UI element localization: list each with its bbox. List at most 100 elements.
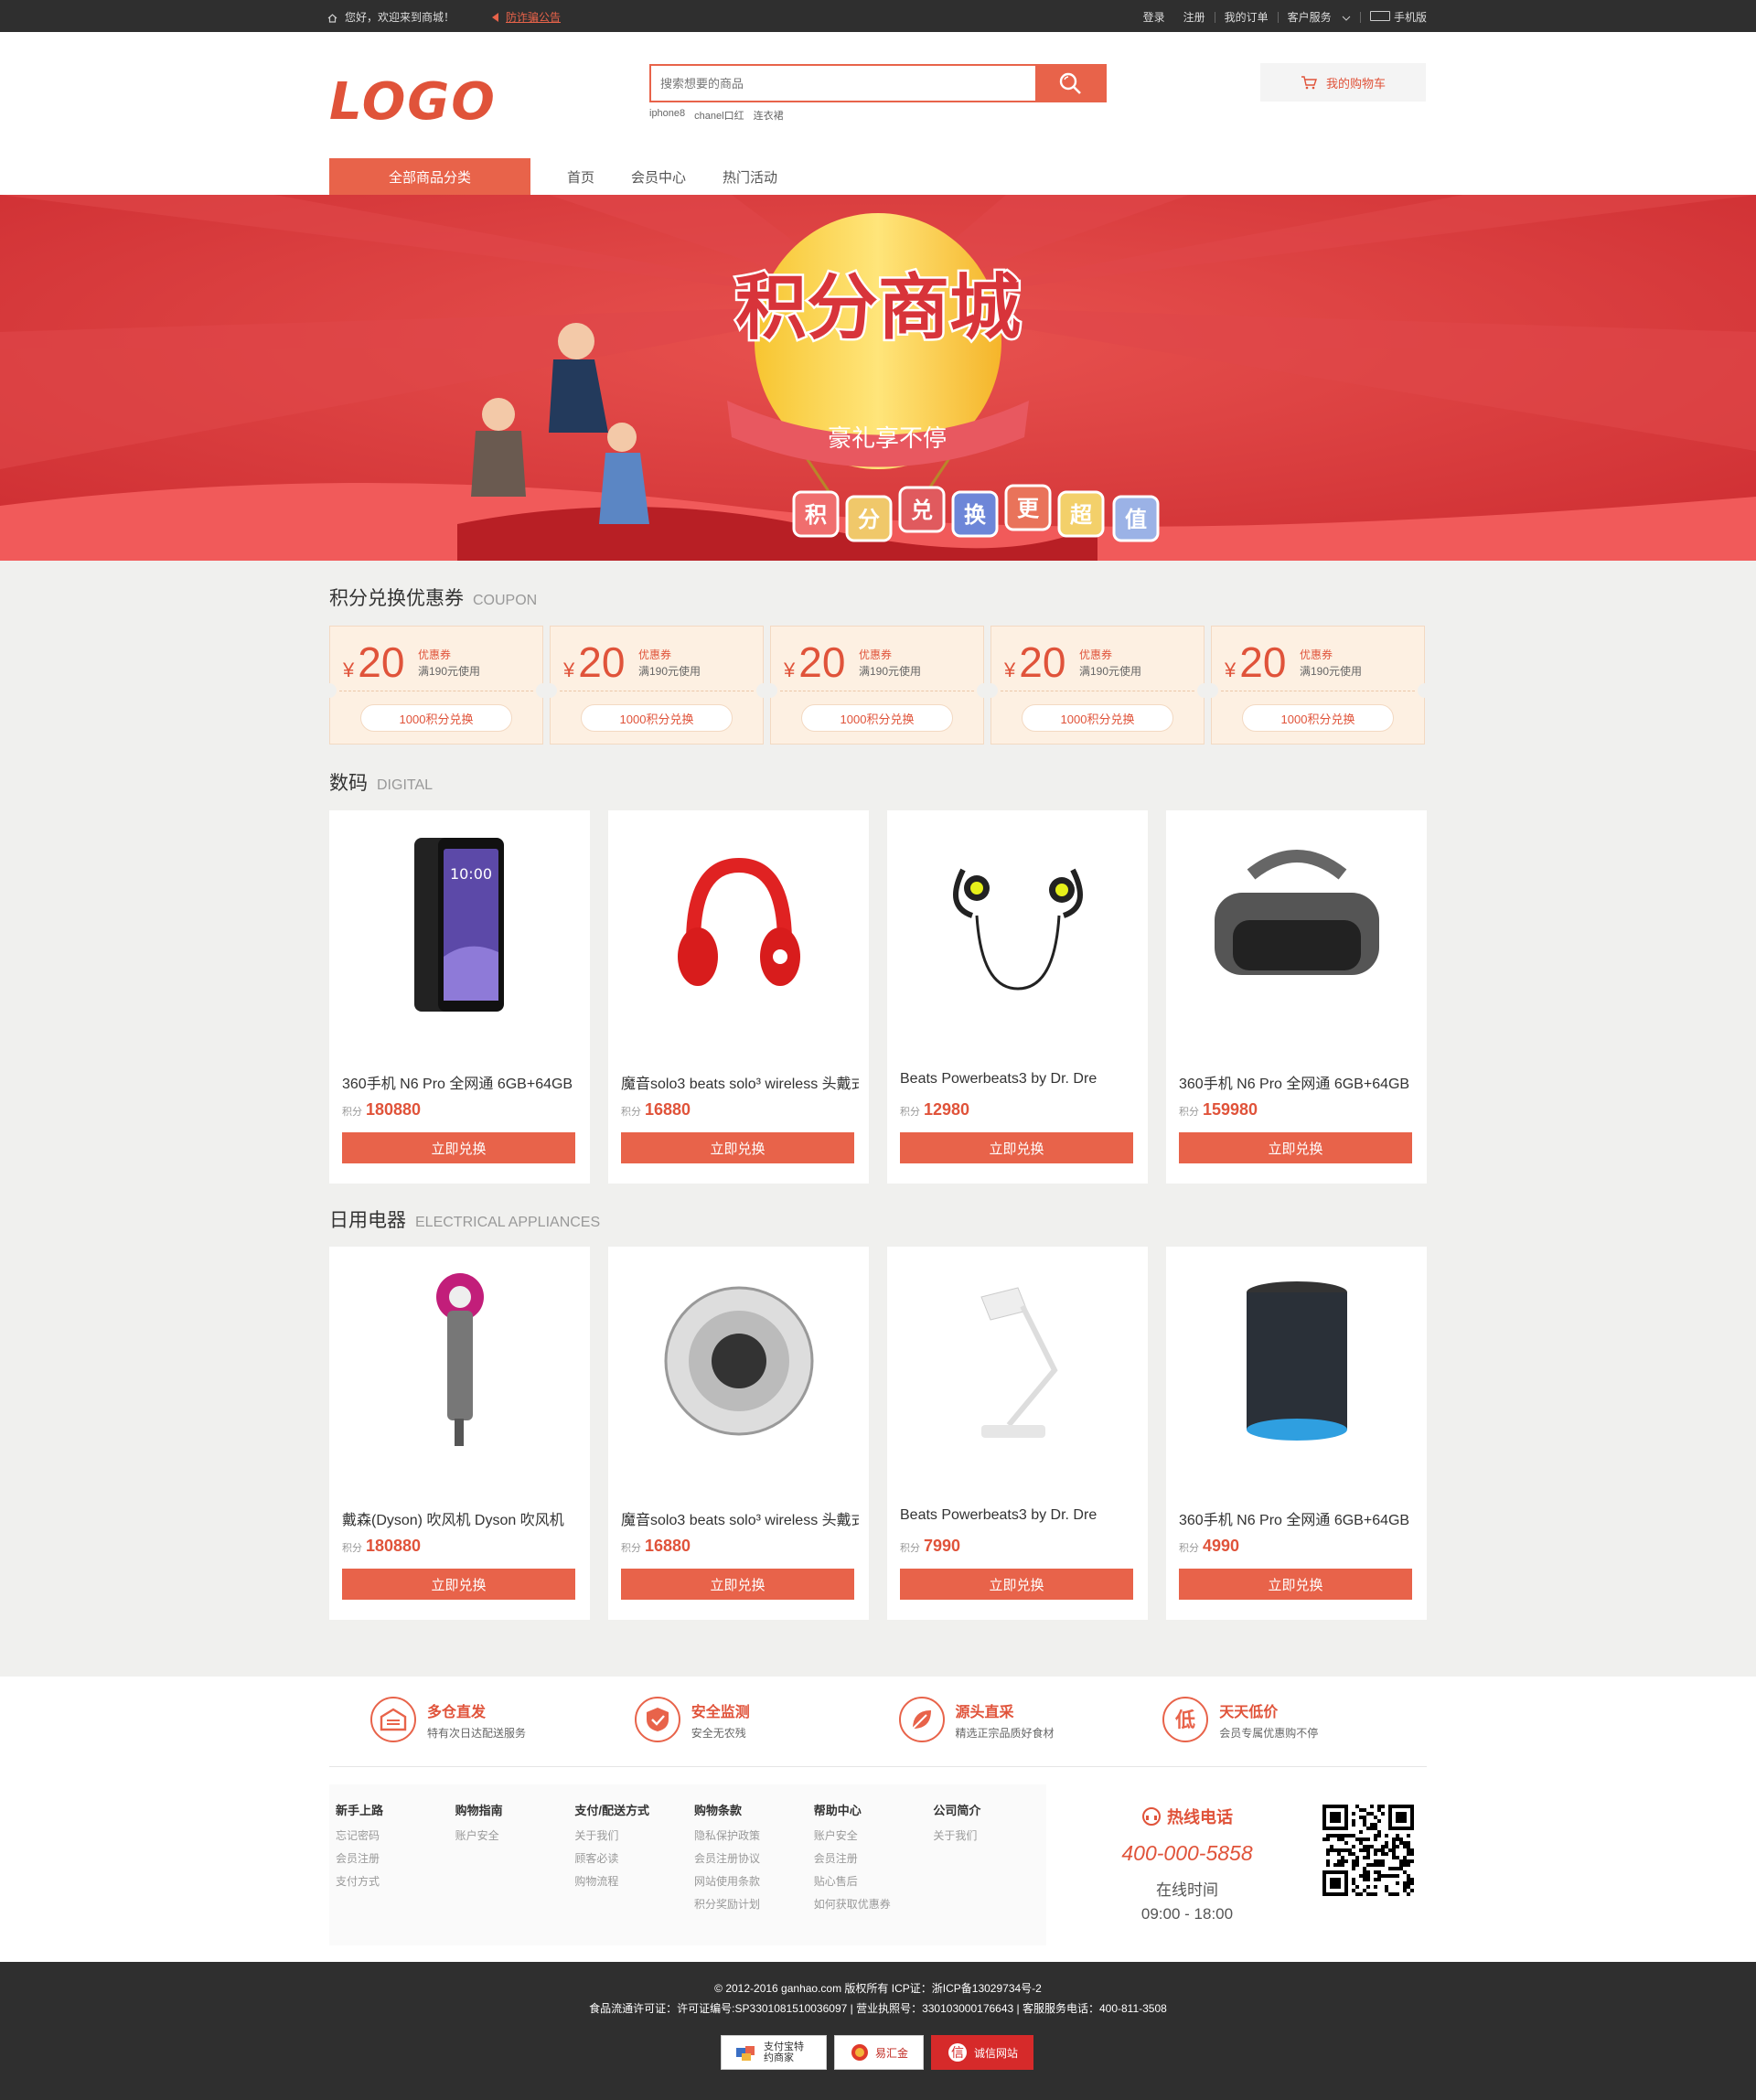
hot-word[interactable]: 连衣裙 [754, 108, 784, 123]
trust-badges: 支付宝特约商家 易汇金 信 诚信网站 [721, 2035, 1033, 2070]
points-value: 180880 [366, 1537, 422, 1555]
footer-link[interactable]: 如何获取优惠券 [814, 1896, 927, 1912]
badge-label: 易汇金 [874, 2046, 908, 2060]
search-input[interactable] [651, 66, 1035, 101]
coupon-amount: ¥20 [784, 638, 845, 687]
nav-member-center[interactable]: 会员中心 [631, 167, 686, 187]
footer-link-column: 支付/配送方式 关于我们 顾客必读 购物流程 [568, 1784, 688, 1945]
product-points: 积分 180880 [342, 1537, 421, 1556]
redeem-coupon-button[interactable]: 1000积分兑换 [581, 704, 733, 732]
footer-link-column: 购物条款 隐私保护政策 会员注册协议 网站使用条款 积分奖励计划 [688, 1784, 808, 1945]
footer-link[interactable]: 会员注册 [814, 1850, 927, 1866]
footer-link[interactable]: 关于我们 [933, 1827, 1046, 1843]
qr-code [1322, 1805, 1414, 1901]
smart-speaker-image[interactable] [1184, 1265, 1408, 1457]
footer-column-title: 新手上路 [336, 1804, 384, 1817]
cart-button[interactable]: 我的购物车 [1260, 63, 1426, 102]
footer-link[interactable]: 隐私保护政策 [694, 1827, 808, 1843]
redeem-coupon-button[interactable]: 1000积分兑换 [360, 704, 512, 732]
coupon-label: 优惠券 [1300, 648, 1333, 661]
footer-link[interactable]: 会员注册 [336, 1850, 449, 1866]
product-name[interactable]: 戴森(Dyson) 吹风机 Dyson 吹风机 [342, 1507, 580, 1529]
coupon-card: ¥20 优惠券 满190元使用 1000积分兑换 [763, 626, 991, 745]
redeem-coupon-button[interactable]: 1000积分兑换 [1242, 704, 1394, 732]
redeem-now-button[interactable]: 立即兑换 [621, 1569, 854, 1600]
nav-hot-events[interactable]: 热门活动 [723, 167, 777, 187]
product-card[interactable]: Beats Powerbeats3 by Dr. Dre 积分 7990 立即兑换 [887, 1247, 1148, 1620]
product-card[interactable]: 360手机 N6 Pro 全网通 6GB+64GB 积分 4990 立即兑换 [1166, 1247, 1427, 1620]
notice-link[interactable]: 防诈骗公告 [506, 9, 561, 25]
product-name[interactable]: 360手机 N6 Pro 全网通 6GB+64GB [342, 1071, 580, 1093]
product-card[interactable]: Beats Powerbeats3 by Dr. Dre 积分 12980 立即兑… [887, 810, 1148, 1184]
product-card[interactable]: 魔音solo3 beats solo³ wireless 头戴式 积分 16880… [608, 810, 869, 1184]
service-menu[interactable]: 客户服务 [1279, 9, 1360, 25]
product-card[interactable]: 360手机 N6 Pro 全网通 6GB+64GB 积分 159980 立即兑换 [1166, 810, 1427, 1184]
banner-block: 超 [1070, 502, 1093, 528]
footer-link[interactable]: 会员注册协议 [694, 1850, 808, 1866]
redeem-now-button[interactable]: 立即兑换 [1179, 1132, 1412, 1163]
redeem-now-button[interactable]: 立即兑换 [900, 1132, 1133, 1163]
vr-headset-image[interactable] [1184, 829, 1408, 1021]
nav-home[interactable]: 首页 [567, 167, 594, 187]
footer-link[interactable]: 网站使用条款 [694, 1873, 808, 1889]
redeem-now-button[interactable]: 立即兑换 [342, 1132, 575, 1163]
footer-link[interactable]: 顾客必读 [574, 1850, 688, 1866]
banner-illustration: 积分商城 豪礼享不停 积 分 兑 换 更 超 值 [0, 195, 1756, 561]
hot-word[interactable]: iphone8 [649, 108, 685, 123]
footer-link[interactable]: 贴心售后 [814, 1873, 927, 1889]
redeem-now-button[interactable]: 立即兑换 [621, 1132, 854, 1163]
redeem-coupon-button[interactable]: 1000积分兑换 [1022, 704, 1173, 732]
hotline-number[interactable]: 400-000-5858 [1114, 1841, 1260, 1866]
footer-link-column: 帮助中心 账户安全 会员注册 贴心售后 如何获取优惠券 [808, 1784, 927, 1945]
all-categories-button[interactable]: 全部商品分类 [329, 158, 530, 195]
hair-dryer-image[interactable] [348, 1265, 572, 1457]
earphones-image[interactable] [905, 829, 1130, 1021]
product-name[interactable]: Beats Powerbeats3 by Dr. Dre [900, 1071, 1138, 1088]
desk-lamp-image[interactable] [905, 1265, 1130, 1457]
product-name[interactable]: 魔音solo3 beats solo³ wireless 头戴式 [621, 1071, 859, 1093]
feature-list: 多仓直发 特有次日达配送服务 安全监测 安全无农残 源头直采 精选正宗品质好食材… [370, 1697, 1427, 1742]
warehouse-icon [370, 1697, 416, 1742]
product-points: 积分 16880 [621, 1537, 691, 1556]
headphones-image[interactable] [626, 829, 851, 1021]
footer-link[interactable]: 积分奖励计划 [694, 1896, 808, 1912]
redeem-coupon-button[interactable]: 1000积分兑换 [801, 704, 953, 732]
mobile-label: 手机版 [1393, 11, 1427, 24]
robot-vacuum-image[interactable] [626, 1265, 851, 1457]
footer-link[interactable]: 关于我们 [574, 1827, 688, 1843]
redeem-now-button[interactable]: 立即兑换 [1179, 1569, 1412, 1600]
coupon-label: 优惠券 [418, 648, 452, 661]
yihuijin-badge[interactable]: 易汇金 [834, 2035, 924, 2070]
product-name[interactable]: Beats Powerbeats3 by Dr. Dre [900, 1507, 1138, 1524]
footer-link[interactable]: 支付方式 [336, 1873, 449, 1889]
redeem-now-button[interactable]: 立即兑换 [342, 1569, 575, 1600]
footer-link[interactable]: 账户安全 [455, 1827, 569, 1843]
product-name[interactable]: 魔音solo3 beats solo³ wireless 头戴式 [621, 1507, 859, 1529]
search-box [649, 64, 1107, 102]
coupon-value: 20 [358, 638, 405, 686]
alipay-badge[interactable]: 支付宝特约商家 [721, 2035, 827, 2070]
hot-word[interactable]: chanel口红 [694, 108, 744, 123]
phone-image[interactable]: 10:00 [348, 829, 572, 1021]
register-link[interactable]: 注册 [1174, 9, 1215, 25]
product-card[interactable]: 魔音solo3 beats solo³ wireless 头戴式 积分 16880… [608, 1247, 869, 1620]
cart-label: 我的购物车 [1325, 76, 1386, 91]
mobile-link[interactable]: 手机版 [1361, 9, 1427, 25]
footer-link[interactable]: 账户安全 [814, 1827, 927, 1843]
product-card[interactable]: 10:00 360手机 N6 Pro 全网通 6GB+64GB 积分 180880… [329, 810, 590, 1184]
footer-link[interactable]: 购物流程 [574, 1873, 688, 1889]
search-button[interactable] [1035, 66, 1105, 101]
coin-icon [851, 2044, 868, 2061]
credit-badge[interactable]: 信 诚信网站 [931, 2035, 1033, 2070]
product-points: 积分 16880 [621, 1100, 691, 1120]
footer-link[interactable]: 忘记密码 [336, 1827, 449, 1843]
product-name[interactable]: 360手机 N6 Pro 全网通 6GB+64GB [1179, 1071, 1417, 1093]
orders-link[interactable]: 我的订单 [1215, 9, 1278, 25]
hero-banner[interactable]: 积分商城 豪礼享不停 积 分 兑 换 更 超 值 [0, 195, 1756, 561]
logo[interactable]: LOGO [329, 72, 497, 132]
banner-block: 换 [964, 502, 987, 528]
login-link[interactable]: 登录 [1134, 9, 1174, 25]
redeem-now-button[interactable]: 立即兑换 [900, 1569, 1133, 1600]
product-card[interactable]: 戴森(Dyson) 吹风机 Dyson 吹风机 积分 180880 立即兑换 [329, 1247, 590, 1620]
product-name[interactable]: 360手机 N6 Pro 全网通 6GB+64GB [1179, 1507, 1417, 1529]
